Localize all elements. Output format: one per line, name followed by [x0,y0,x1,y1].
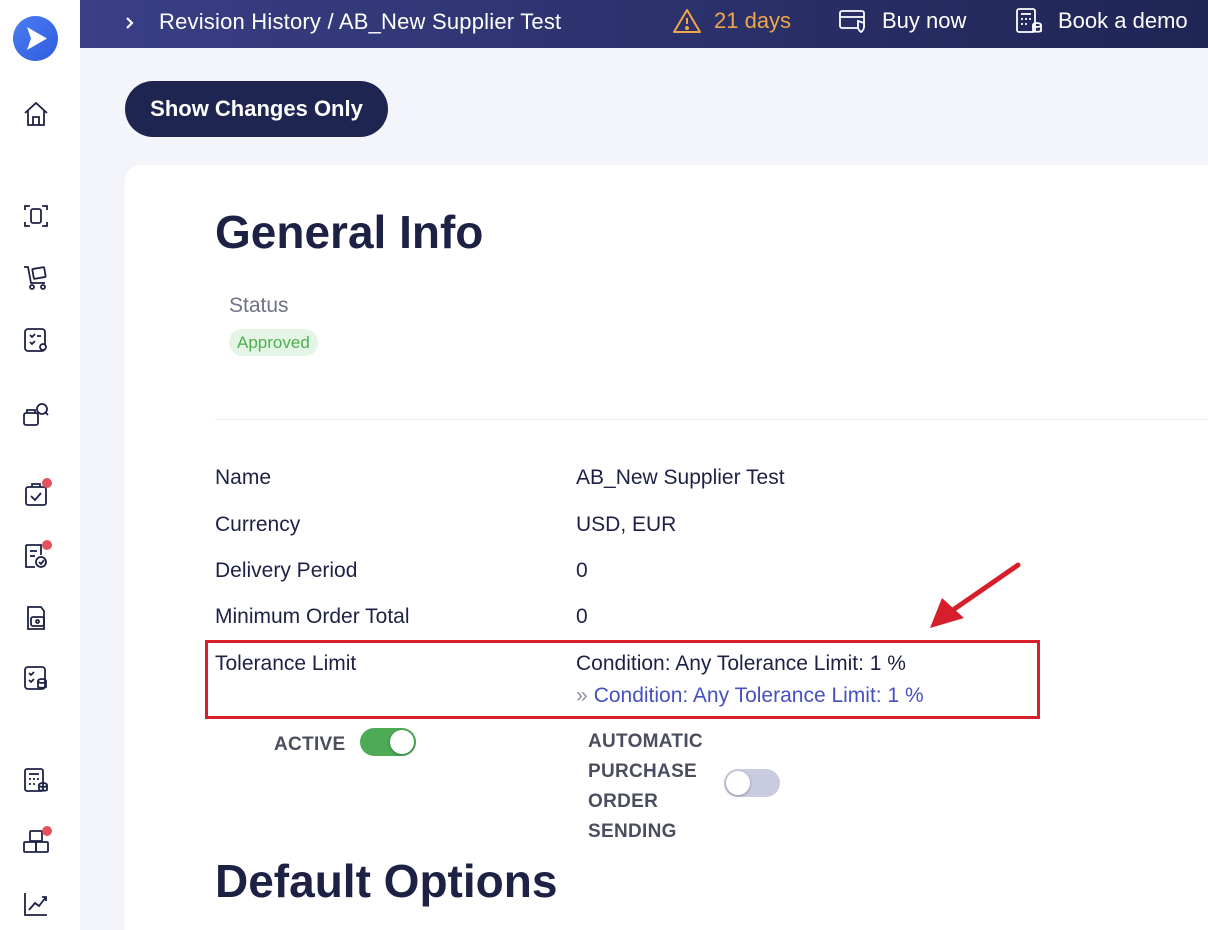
label-line: AUTOMATIC [588,731,703,752]
toggle-knob [390,730,414,754]
sidebar-item-cart[interactable] [18,259,54,295]
automatic-po-sending-toggle[interactable] [724,769,780,797]
trial-days: 21 days [714,8,792,33]
divider [215,419,1208,420]
highlight-box [205,640,1040,719]
sidebar-item-supplier-search[interactable] [18,397,54,433]
cart-icon [24,266,47,290]
label-line: ORDER [588,791,659,812]
field-value-delivery-period: 0 [576,559,588,582]
sidebar-item-analytics[interactable] [18,886,54,922]
buy-now-button[interactable]: Buy now [838,7,966,35]
field-label-name: Name [215,466,272,489]
supplier-search-icon [23,403,49,426]
red-arrow-annotation [930,562,1021,628]
scan-icon [24,205,48,227]
sidebar [0,0,80,930]
sidebar-item-approvals[interactable] [18,476,54,512]
calculator-icon [1016,8,1042,33]
sidebar-item-budgets[interactable] [18,762,54,798]
payment-icon [27,606,45,630]
sidebar-item-payments[interactable] [18,600,54,636]
section-title-default-options: Default Options [215,855,558,907]
field-value-name: AB_New Supplier Test [576,466,785,489]
active-label: ACTIVE [274,734,346,755]
book-demo-label: Book a demo [1058,8,1188,33]
field-value-minimum-order-total: 0 [576,605,588,628]
notification-dot [42,826,52,836]
budget-calculator-icon [24,768,48,792]
logo-icon [27,27,47,50]
card-shield-icon [839,10,865,34]
supplier-list-icon [24,328,47,352]
analytics-icon [24,893,47,916]
notification-dot [42,478,52,488]
top-bar: Revision History / AB_New Supplier Test … [80,0,1208,48]
sidebar-item-scan[interactable] [18,198,54,234]
sidebar-item-inventory[interactable] [18,824,54,860]
automatic-po-sending-label: AUTOMATIC PURCHASE ORDER SENDING [588,727,703,847]
catalog-icon [24,666,47,690]
sidebar-item-home[interactable] [18,96,54,132]
home-icon [24,101,48,126]
notification-dot [42,540,52,550]
status-label: Status [229,294,289,317]
label-line: SENDING [588,821,677,842]
section-title-general-info: General Info [215,206,484,258]
active-toggle[interactable] [360,728,416,756]
warning-icon [673,9,701,33]
toggle-knob [726,771,750,795]
breadcrumb: Revision History / AB_New Supplier Test [159,9,562,34]
sidebar-item-suppliers[interactable] [18,322,54,358]
book-demo-button[interactable]: Book a demo [1014,7,1188,35]
trial-warning[interactable]: 21 days [672,7,791,35]
chevron-right-icon[interactable] [122,12,138,34]
field-label-currency: Currency [215,513,301,536]
label-line: PURCHASE [588,761,698,782]
field-label-minimum-order-total: Minimum Order Total [215,605,410,628]
status-badge: Approved [229,329,318,356]
show-changes-only-button[interactable]: Show Changes Only [125,81,388,137]
app-logo[interactable] [13,16,58,61]
field-label-delivery-period: Delivery Period [215,559,358,582]
sidebar-item-catalog[interactable] [18,660,54,696]
field-value-currency: USD, EUR [576,513,677,536]
buy-now-label: Buy now [882,8,967,33]
sidebar-item-invoices[interactable] [18,538,54,574]
